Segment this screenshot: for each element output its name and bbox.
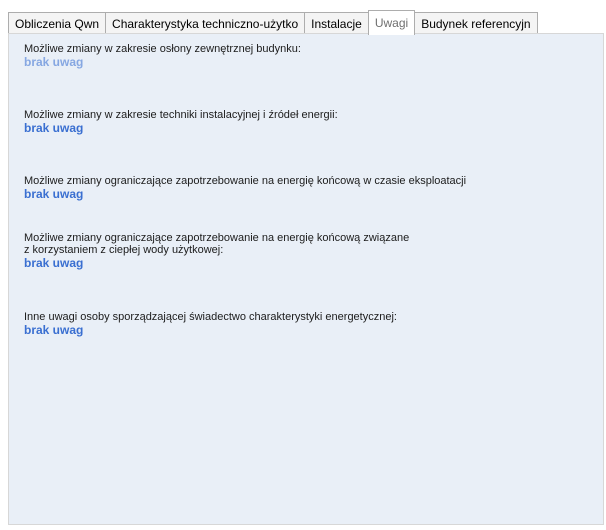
tab-charakterystyka[interactable]: Charakterystyka techniczno-użytko bbox=[105, 12, 306, 34]
question-label: Inne uwagi osoby sporządzającej świadect… bbox=[24, 311, 397, 323]
answer-text: brak uwag bbox=[24, 121, 84, 135]
question-label: Możliwe zmiany w zakresie techniki insta… bbox=[24, 109, 338, 121]
tab-budynek-referencyjny[interactable]: Budynek referencyjn bbox=[414, 12, 538, 34]
section-instalacje: Możliwe zmiany w zakresie techniki insta… bbox=[24, 109, 338, 135]
uwagi-panel: Możliwe zmiany w zakresie osłony zewnętr… bbox=[8, 33, 604, 525]
window: Obliczenia Qwn Charakterystyka techniczn… bbox=[0, 0, 606, 530]
tab-obliczenia-qwn[interactable]: Obliczenia Qwn bbox=[8, 12, 107, 34]
section-eksploatacja: Możliwe zmiany ograniczające zapotrzebow… bbox=[24, 175, 466, 201]
section-cwu: Możliwe zmiany ograniczające zapotrzebow… bbox=[24, 232, 409, 270]
answer-text: brak uwag bbox=[24, 187, 84, 201]
answer-text: brak uwag bbox=[24, 323, 84, 337]
question-label: Możliwe zmiany ograniczające zapotrzebow… bbox=[24, 175, 467, 187]
tab-instalacje[interactable]: Instalacje bbox=[304, 12, 369, 34]
answer-text: brak uwag bbox=[24, 256, 84, 270]
section-inne-uwagi: Inne uwagi osoby sporządzającej świadect… bbox=[24, 311, 397, 337]
answer-text: brak uwag bbox=[24, 55, 84, 69]
question-label: Możliwe zmiany ograniczające zapotrzebow… bbox=[24, 232, 410, 256]
question-label: Możliwe zmiany w zakresie osłony zewnętr… bbox=[24, 43, 301, 55]
section-oslona: Możliwe zmiany w zakresie osłony zewnętr… bbox=[24, 43, 301, 69]
tab-strip: Obliczenia Qwn Charakterystyka techniczn… bbox=[8, 8, 538, 35]
tab-uwagi[interactable]: Uwagi bbox=[367, 10, 416, 35]
